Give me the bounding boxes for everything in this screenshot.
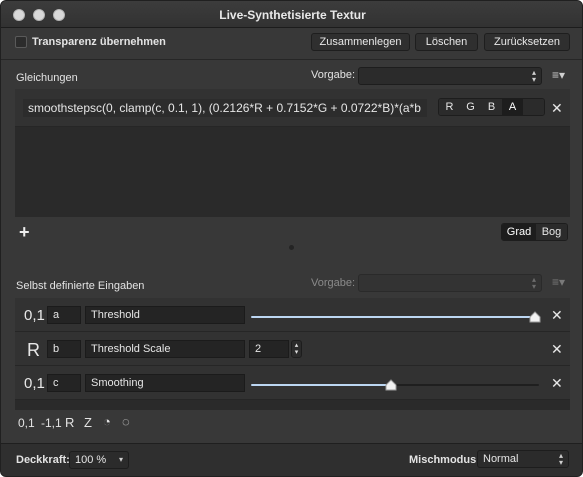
blend-mode-label: Mischmodus:	[409, 454, 480, 466]
title-bar: Live-Synthetisierte Textur	[1, 1, 582, 28]
input-type-real-icon: R	[27, 340, 40, 360]
chevron-down-icon: ▾	[118, 455, 123, 464]
opacity-label: Deckkraft:	[16, 454, 70, 466]
slider-fill	[251, 384, 395, 386]
transparency-label: Transparenz übernehmen	[32, 36, 166, 48]
number-stepper[interactable]: ▴ ▾	[291, 340, 302, 358]
chevron-updown-icon: ▴ ▾	[558, 451, 563, 467]
add-equation-button[interactable]: +	[19, 222, 30, 243]
add-real-input-button[interactable]: R	[65, 415, 74, 430]
smoothing-slider[interactable]	[251, 379, 539, 391]
slider-fill	[251, 316, 539, 318]
equations-section-label: Gleichungen	[16, 72, 78, 84]
divider	[1, 59, 582, 60]
inputs-preset-select[interactable]: ▴ ▾	[358, 274, 542, 292]
footer-bar: Deckkraft: 100 % ▾ Mischmodus: Normal ▴ ▾	[1, 443, 582, 476]
add-integer-input-button[interactable]: Z	[84, 415, 92, 430]
equations-menu-icon[interactable]: ≡▾	[552, 68, 565, 82]
channel-empty-slot	[523, 99, 544, 115]
delete-button[interactable]: Löschen	[415, 33, 478, 51]
channel-b-button[interactable]: B	[481, 99, 502, 115]
add-angle-input-icon[interactable]: ◔	[103, 414, 111, 429]
input-var-field[interactable]: a	[47, 306, 81, 324]
inputs-menu-icon[interactable]: ≡▾	[552, 275, 565, 289]
remove-input-icon[interactable]: ✕	[551, 376, 563, 390]
add-unit-input-button[interactable]: 0,1	[18, 416, 35, 430]
equation-formula-field[interactable]: smoothstepsc(0, clamp(c, 0.1, 1), (0.212…	[23, 99, 427, 117]
angle-unit-radians[interactable]: Bog	[536, 224, 567, 240]
add-rotation-input-icon[interactable]: ◌	[122, 414, 130, 429]
add-signed-input-button[interactable]: -1,1	[41, 416, 62, 430]
channel-a-button[interactable]: A	[502, 99, 523, 115]
opacity-value: 100 %	[75, 454, 107, 466]
angle-unit-degrees[interactable]: Grad	[502, 224, 536, 240]
channel-r-button[interactable]: R	[439, 99, 460, 115]
input-name-field[interactable]: Smoothing	[85, 374, 245, 392]
inputs-section-label: Selbst definierte Eingaben	[16, 280, 145, 292]
input-type-unit-icon: 0,1	[24, 375, 45, 392]
channel-selector: R G B A	[438, 98, 545, 116]
channel-g-button[interactable]: G	[460, 99, 481, 115]
input-name-field[interactable]: Threshold Scale	[85, 340, 245, 358]
remove-equation-icon[interactable]: ✕	[551, 101, 563, 115]
input-name-field[interactable]: Threshold	[85, 306, 245, 324]
chevron-updown-icon: ▴ ▾	[531, 68, 536, 84]
opacity-select[interactable]: 100 % ▾	[69, 451, 129, 469]
equations-preset-select[interactable]: ▴ ▾	[358, 67, 542, 85]
input-type-unit-icon: 0,1	[24, 307, 45, 324]
equations-preset-label: Vorgabe:	[311, 69, 356, 81]
threshold-scale-number-field[interactable]: 2	[249, 340, 289, 358]
remove-input-icon[interactable]: ✕	[551, 308, 563, 322]
threshold-slider[interactable]	[251, 311, 541, 323]
input-var-field[interactable]: b	[47, 340, 81, 358]
blend-mode-select[interactable]: Normal ▴ ▾	[477, 450, 569, 468]
window-title: Live-Synthetisierte Textur	[219, 8, 366, 22]
live-texture-window: Live-Synthetisierte Textur Transparenz ü…	[0, 0, 583, 477]
blend-mode-value: Normal	[483, 453, 519, 465]
transparency-checkbox[interactable]	[15, 36, 27, 48]
angle-unit-selector: Grad Bog	[501, 223, 568, 241]
chevron-updown-icon: ▴ ▾	[531, 275, 536, 291]
remove-input-icon[interactable]: ✕	[551, 342, 563, 356]
inputs-preset-label: Vorgabe:	[311, 277, 356, 289]
merge-button[interactable]: Zusammenlegen	[311, 33, 410, 51]
reset-button[interactable]: Zurücksetzen	[484, 33, 570, 51]
input-var-field[interactable]: c	[47, 374, 81, 392]
splitter-handle[interactable]	[289, 245, 294, 250]
